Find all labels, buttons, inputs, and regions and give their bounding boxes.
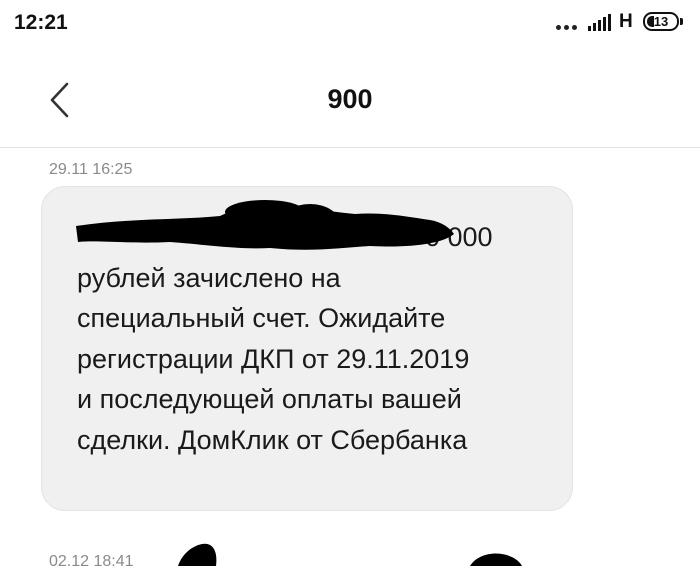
battery-tip bbox=[680, 18, 683, 25]
notification-dots-icon bbox=[556, 25, 577, 30]
redaction-mark-2 bbox=[178, 543, 522, 566]
status-time: 12:21 bbox=[14, 11, 68, 34]
conversation-header: 900 bbox=[0, 50, 700, 148]
message-timestamp: 29.11 16:25 bbox=[49, 161, 133, 178]
header-divider bbox=[0, 147, 700, 148]
signal-icon bbox=[588, 14, 611, 31]
message-timestamp-2: 02.12 18:41 bbox=[49, 553, 134, 570]
network-type: H bbox=[619, 11, 633, 32]
redaction-mark bbox=[76, 200, 454, 250]
battery-level: 13 bbox=[653, 14, 669, 29]
contact-title: 900 bbox=[327, 84, 373, 114]
battery-icon: 13 bbox=[643, 12, 679, 31]
status-bar: 12:21 H 13 bbox=[0, 0, 700, 50]
